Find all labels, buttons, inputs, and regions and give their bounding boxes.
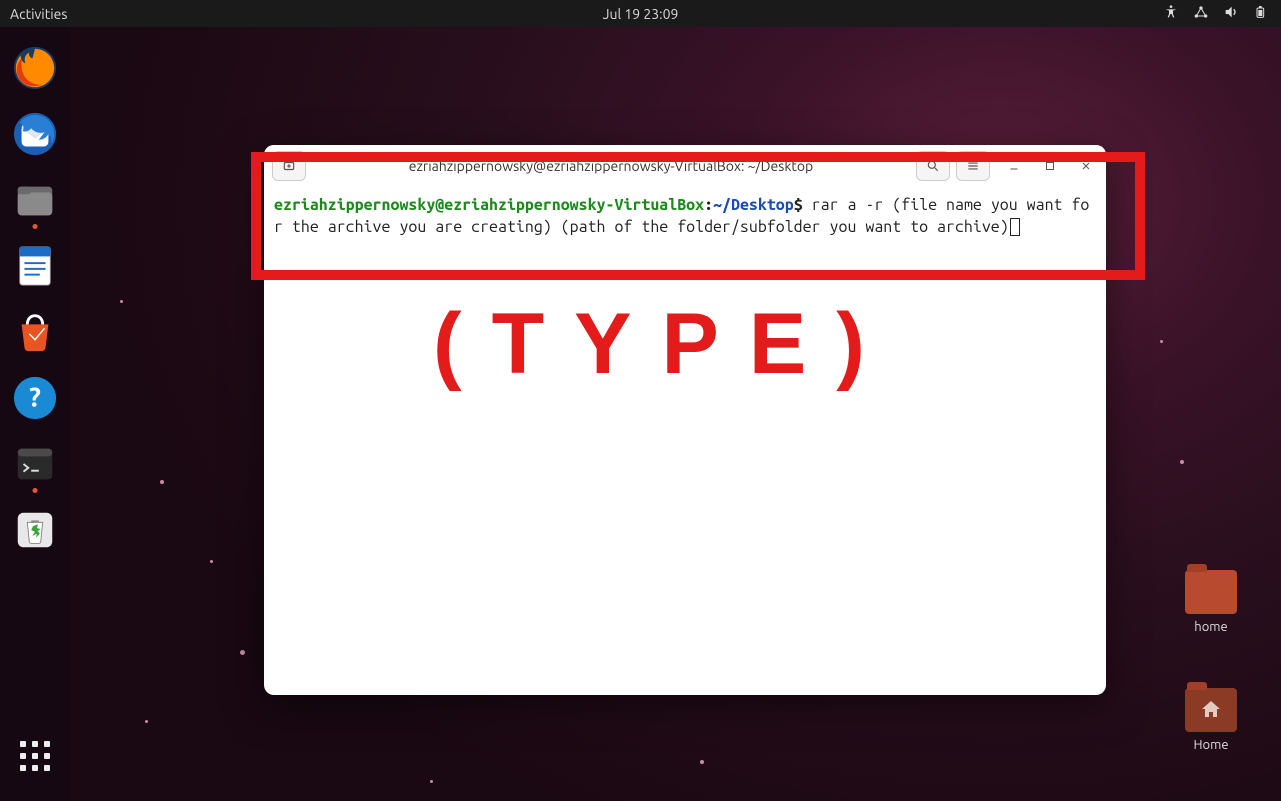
accessibility-icon[interactable] bbox=[1163, 4, 1179, 23]
desktop-folder-home-lowercase[interactable]: home bbox=[1171, 570, 1251, 634]
terminal-body[interactable]: ezriahzippernowsky@ezriahzippernowsky-Vi… bbox=[264, 187, 1106, 695]
dock: ? bbox=[0, 27, 70, 801]
dock-trash-icon[interactable] bbox=[8, 503, 62, 557]
desktop-icon-label: home bbox=[1194, 620, 1227, 634]
volume-icon[interactable] bbox=[1223, 4, 1239, 23]
svg-text:?: ? bbox=[29, 383, 41, 413]
clock[interactable]: Jul 19 23:09 bbox=[603, 6, 679, 22]
top-panel: Activities Jul 19 23:09 bbox=[0, 0, 1281, 27]
new-tab-button[interactable] bbox=[272, 151, 306, 181]
network-icon[interactable] bbox=[1193, 4, 1209, 23]
folder-icon bbox=[1185, 570, 1237, 614]
maximize-button[interactable] bbox=[1038, 154, 1062, 178]
dock-firefox-icon[interactable] bbox=[8, 41, 62, 95]
window-titlebar[interactable]: ezriahzippernowsky@ezriahzippernowsky-Vi… bbox=[264, 145, 1106, 187]
desktop-folder-home-capital[interactable]: Home bbox=[1171, 688, 1251, 752]
close-button[interactable] bbox=[1074, 154, 1098, 178]
prompt-dollar: $ bbox=[794, 196, 803, 214]
dock-writer-icon[interactable] bbox=[8, 239, 62, 293]
desktop-icon-label: Home bbox=[1193, 738, 1228, 752]
terminal-window: ezriahzippernowsky@ezriahzippernowsky-Vi… bbox=[264, 145, 1106, 695]
activities-button[interactable]: Activities bbox=[0, 6, 67, 22]
dock-thunderbird-icon[interactable] bbox=[8, 107, 62, 161]
prompt-sep: : bbox=[704, 196, 713, 214]
prompt-user: ezriahzippernowsky@ezriahzippernowsky-Vi… bbox=[274, 196, 704, 214]
dock-terminal-icon[interactable] bbox=[8, 437, 62, 491]
dock-software-icon[interactable] bbox=[8, 305, 62, 359]
window-title: ezriahzippernowsky@ezriahzippernowsky-Vi… bbox=[312, 158, 910, 174]
search-button[interactable] bbox=[916, 151, 950, 181]
menu-button[interactable] bbox=[956, 151, 990, 181]
minimize-button[interactable] bbox=[1002, 154, 1026, 178]
terminal-cursor bbox=[1010, 218, 1020, 236]
dock-help-icon[interactable]: ? bbox=[8, 371, 62, 425]
dock-files-icon[interactable] bbox=[8, 173, 62, 227]
prompt-path: ~/Desktop bbox=[713, 196, 794, 214]
dock-show-apps-icon[interactable] bbox=[8, 729, 62, 783]
battery-icon[interactable] bbox=[1253, 4, 1269, 23]
home-folder-icon bbox=[1185, 688, 1237, 732]
